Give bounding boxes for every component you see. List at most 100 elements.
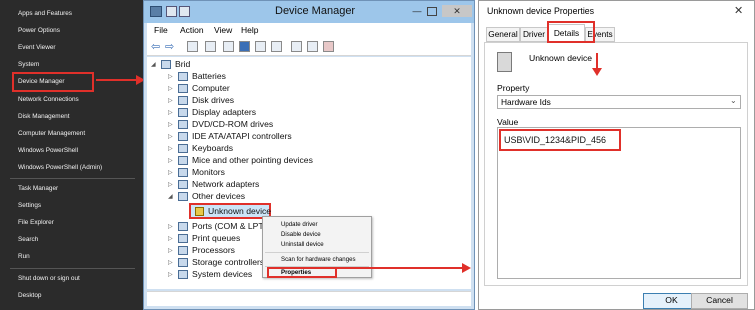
menu-action[interactable]: Action — [180, 25, 204, 35]
tree-item[interactable]: Processors — [192, 245, 235, 256]
ctx-disable-device[interactable]: Disable device — [281, 231, 321, 239]
ide-icon — [178, 132, 188, 141]
list-view-icon[interactable] — [205, 41, 216, 52]
menu-separator — [10, 178, 135, 179]
collapse-arrow-icon[interactable]: ◢ — [151, 61, 156, 68]
tree-root[interactable]: Brid — [175, 59, 190, 70]
maximize-icon[interactable] — [427, 7, 437, 16]
tree-item[interactable]: Storage controllers — [192, 257, 264, 268]
property-label: Property — [497, 83, 530, 93]
expand-arrow-icon[interactable]: ▷ — [168, 169, 173, 176]
qat-icon[interactable] — [179, 6, 190, 17]
menu-item-task-manager[interactable]: Task Manager — [18, 185, 58, 193]
device-icon — [497, 52, 512, 72]
tree-item[interactable]: Display adapters — [192, 107, 256, 118]
expand-arrow-icon[interactable]: ▷ — [168, 121, 173, 128]
expand-arrow-icon[interactable]: ▷ — [168, 157, 173, 164]
disable-icon[interactable] — [323, 41, 334, 52]
menu-file[interactable]: File — [154, 25, 168, 35]
tab-driver[interactable]: Driver — [520, 27, 548, 42]
expand-arrow-icon[interactable]: ▷ — [168, 259, 173, 266]
menu-item-search[interactable]: Search — [18, 236, 38, 244]
menu-item-desktop[interactable]: Desktop — [18, 292, 41, 300]
tree-view-icon[interactable] — [187, 41, 198, 52]
dialog-title: Unknown device Properties — [487, 6, 595, 16]
tree-item[interactable]: Other devices — [192, 191, 245, 202]
value-label: Value — [497, 117, 519, 127]
battery-icon — [178, 72, 188, 81]
menu-item-computer-management[interactable]: Computer Management — [18, 130, 85, 138]
expand-arrow-icon[interactable]: ▷ — [168, 97, 173, 104]
tree-item[interactable]: Disk drives — [192, 95, 234, 106]
back-icon[interactable]: ⇦ — [151, 40, 160, 53]
scan-icon[interactable] — [271, 41, 282, 52]
menu-help[interactable]: Help — [241, 25, 258, 35]
expand-arrow-icon[interactable]: ▷ — [168, 181, 173, 188]
expand-arrow-icon[interactable]: ▷ — [168, 85, 173, 92]
menu-item-system[interactable]: System — [18, 61, 39, 69]
title-bar: Device Manager — ✕ — [144, 1, 474, 23]
tree-item-unknown-device[interactable]: Unknown device — [189, 203, 271, 219]
collapse-arrow-icon[interactable]: ◢ — [168, 193, 173, 200]
tree-item[interactable]: Computer — [192, 83, 230, 94]
tree-item[interactable]: Keyboards — [192, 143, 233, 154]
tab-general[interactable]: General — [486, 27, 520, 42]
tree-item[interactable]: Print queues — [192, 233, 240, 244]
chevron-down-icon: ⌄ — [730, 96, 737, 105]
console-icon[interactable] — [255, 41, 266, 52]
expand-arrow-icon[interactable]: ▷ — [168, 223, 173, 230]
highlight-device-manager — [12, 72, 94, 92]
properties-icon[interactable] — [223, 41, 234, 52]
hardware-id-item[interactable]: USB\VID_1234&PID_456 — [499, 129, 621, 151]
menu-item-apps-features[interactable]: Apps and Features — [18, 10, 72, 18]
device-name: Unknown device — [529, 53, 593, 63]
ctx-update-driver[interactable]: Update driver — [281, 221, 318, 229]
close-icon[interactable]: ✕ — [442, 5, 472, 17]
expand-arrow-icon[interactable]: ▷ — [168, 271, 173, 278]
tree-item[interactable]: Batteries — [192, 71, 226, 82]
monitor-icon — [178, 168, 188, 177]
qat-icon[interactable] — [166, 6, 177, 17]
value-list[interactable]: USB\VID_1234&PID_456 — [497, 127, 741, 279]
menu-item-network-connections[interactable]: Network Connections — [18, 96, 79, 104]
tree-item[interactable]: Network adapters — [192, 179, 259, 190]
menu-item-settings[interactable]: Settings — [18, 202, 41, 210]
forward-icon[interactable]: ⇨ — [165, 40, 174, 53]
expand-arrow-icon[interactable]: ▷ — [168, 247, 173, 254]
close-icon[interactable]: ✕ — [734, 4, 743, 17]
menu-item-powershell[interactable]: Windows PowerShell — [18, 147, 78, 155]
toolbar: ⇦ ⇨ — [147, 38, 471, 56]
ctx-uninstall-device[interactable]: Uninstall device — [281, 241, 324, 249]
dvd-icon — [178, 120, 188, 129]
menu-item-run[interactable]: Run — [18, 253, 30, 261]
menu-item-file-explorer[interactable]: File Explorer — [18, 219, 54, 227]
update-driver-icon[interactable] — [291, 41, 302, 52]
storage-icon — [178, 258, 188, 267]
menu-view[interactable]: View — [214, 25, 232, 35]
expand-arrow-icon[interactable]: ▷ — [168, 109, 173, 116]
menu-item-disk-management[interactable]: Disk Management — [18, 113, 70, 121]
ctx-properties[interactable]: Properties — [281, 269, 311, 277]
menu-item-powershell-admin[interactable]: Windows PowerShell (Admin) — [18, 164, 102, 172]
help-icon[interactable] — [239, 41, 250, 52]
tree-item[interactable]: System devices — [192, 269, 252, 280]
expand-arrow-icon[interactable]: ▷ — [168, 145, 173, 152]
tree-item[interactable]: Mice and other pointing devices — [192, 155, 313, 166]
tree-item[interactable]: Monitors — [192, 167, 225, 178]
expand-arrow-icon[interactable]: ▷ — [168, 133, 173, 140]
menu-item-power-options[interactable]: Power Options — [18, 27, 60, 35]
tree-item[interactable]: Ports (COM & LPT) — [192, 221, 267, 232]
property-select[interactable]: Hardware Ids ⌄ — [497, 95, 741, 109]
mouse-icon — [178, 156, 188, 165]
expand-arrow-icon[interactable]: ▷ — [168, 73, 173, 80]
uninstall-icon[interactable] — [307, 41, 318, 52]
minimize-icon[interactable]: — — [410, 5, 424, 17]
expand-arrow-icon[interactable]: ▷ — [168, 235, 173, 242]
menu-item-event-viewer[interactable]: Event Viewer — [18, 44, 56, 52]
tree-item[interactable]: DVD/CD-ROM drives — [192, 119, 273, 130]
cancel-button[interactable]: Cancel — [691, 293, 748, 309]
tree-item[interactable]: IDE ATA/ATAPI controllers — [192, 131, 292, 142]
warning-icon — [195, 207, 204, 216]
window-title: Device Manager — [275, 5, 356, 17]
menu-item-shutdown[interactable]: Shut down or sign out — [18, 275, 80, 283]
